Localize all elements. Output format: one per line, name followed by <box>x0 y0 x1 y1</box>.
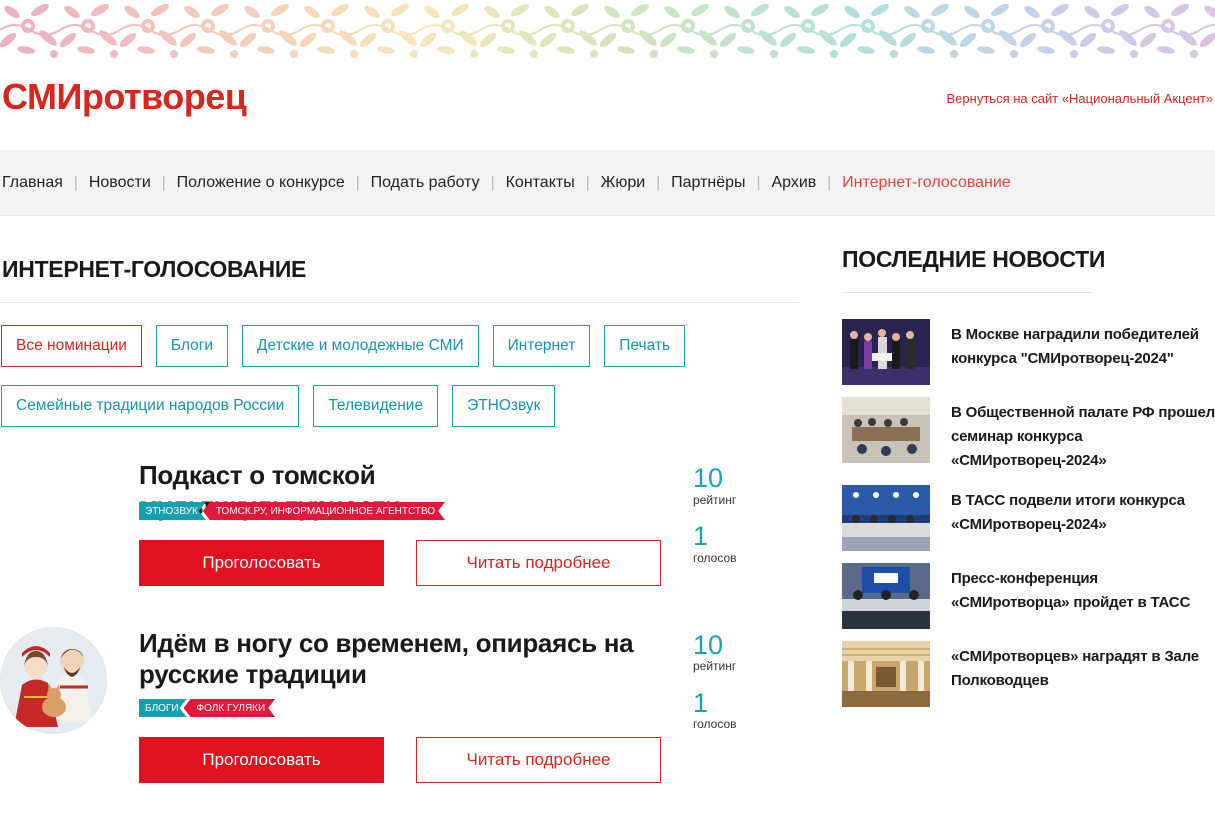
folk-ornament-graphic <box>0 0 1215 60</box>
nav-separator: | <box>585 174 590 191</box>
filter-all-nominations[interactable]: Все номинации <box>1 325 142 367</box>
news-headline[interactable]: В Общественной палате РФ прошел семинар … <box>951 401 1215 473</box>
nav-item-online-voting[interactable]: Интернет-голосование <box>842 174 1011 192</box>
nav-separator: | <box>161 174 166 191</box>
votes-value: 1 <box>693 521 709 551</box>
award-ceremony-photo-icon <box>842 319 930 385</box>
rating-value: 10 <box>693 463 724 493</box>
vote-button[interactable]: Проголосовать <box>139 737 384 783</box>
news-thumbnail[interactable] <box>842 563 930 629</box>
latest-news-title: ПОСЛЕДНИЕ НОВОСТИ <box>842 246 1106 272</box>
folk-ornament-banner <box>0 0 1215 60</box>
voting-entry: Подкаст о томской мультикультурности ЭТН… <box>0 458 800 598</box>
nav-item-rules[interactable]: Положение о конкурсе <box>177 174 345 192</box>
author-tag[interactable]: ТОМСК.РУ, ИНФОРМАЦИОННОЕ АГЕНТСТВО <box>203 502 445 520</box>
nav-separator: | <box>490 174 495 191</box>
news-thumbnail[interactable] <box>842 641 930 707</box>
filter-print[interactable]: Печать <box>604 325 686 367</box>
nav-separator: | <box>355 174 360 191</box>
seminar-photo-icon <box>842 397 930 463</box>
read-more-button[interactable]: Читать подробнее <box>416 540 661 586</box>
filter-internet[interactable]: Интернет <box>492 325 591 367</box>
nomination-filters: Все номинации Блоги Детские и молодежные… <box>1 325 721 427</box>
rating-label: рейтинг <box>693 659 737 673</box>
news-thumbnail[interactable] <box>842 319 930 385</box>
hall-interior-photo-icon <box>842 641 930 707</box>
nav-item-partners[interactable]: Партнёры <box>671 174 745 192</box>
news-headline[interactable]: В ТАСС подвели итоги конкурса «СМИротвор… <box>951 489 1215 537</box>
main-nav: Главная | Новости | Положение о конкурсе… <box>0 150 1215 216</box>
vote-button[interactable]: Проголосовать <box>139 540 384 586</box>
filter-kids-youth-media[interactable]: Детские и молодежные СМИ <box>242 325 479 367</box>
title-divider <box>0 302 798 303</box>
nav-item-contacts[interactable]: Контакты <box>506 174 575 192</box>
votes-label: голосов <box>693 551 737 565</box>
news-divider <box>842 292 1092 293</box>
back-to-main-site-link[interactable]: Вернуться на сайт «Национальный Акцент» <box>947 91 1213 106</box>
filter-ethnosound[interactable]: ЭТНОзвук <box>452 385 556 427</box>
nav-separator: | <box>827 174 832 191</box>
press-conference-photo-icon <box>842 563 930 629</box>
rating-value: 10 <box>693 630 724 660</box>
news-headline[interactable]: В Москве наградили победителей конкурса … <box>951 323 1215 371</box>
nav-item-news[interactable]: Новости <box>89 174 151 192</box>
entry-avatar[interactable] <box>0 627 107 734</box>
category-tag[interactable]: ЭТНОЗВУК <box>139 502 206 520</box>
news-headline[interactable]: «СМИротворцев» наградят в Зале Полководц… <box>951 645 1215 693</box>
site-logo[interactable]: СМИротворец <box>2 76 247 118</box>
news-item[interactable]: В Общественной палате РФ прошел семинар … <box>842 397 1215 469</box>
voting-entry: Идём в ногу со временем, опираясь на рус… <box>0 626 800 796</box>
news-item[interactable]: «СМИротворцев» наградят в Зале Полководц… <box>842 641 1215 709</box>
nav-item-archive[interactable]: Архив <box>771 174 816 192</box>
filter-blogs[interactable]: Блоги <box>155 325 229 367</box>
nav-item-submit[interactable]: Подать работу <box>371 174 480 192</box>
entry-title[interactable]: Идём в ногу со временем, опираясь на рус… <box>139 628 639 690</box>
folk-couple-illustration-icon <box>0 627 107 734</box>
nav-item-jury[interactable]: Жюри <box>601 174 646 192</box>
news-item[interactable]: В ТАСС подвели итоги конкурса «СМИротвор… <box>842 485 1215 553</box>
nav-separator: | <box>756 174 761 191</box>
votes-label: голосов <box>693 717 737 731</box>
entry-tags: БЛОГИ ФОЛК ГУЛЯКИ <box>139 699 275 717</box>
news-item[interactable]: В Москве наградили победителей конкурса … <box>842 319 1215 387</box>
votes-value: 1 <box>693 688 709 718</box>
news-item[interactable]: Пресс-конференция «СМИротворца» пройдет … <box>842 563 1215 631</box>
page-title: ИНТЕРНЕТ-ГОЛОСОВАНИЕ <box>2 256 307 282</box>
news-thumbnail[interactable] <box>842 485 930 551</box>
read-more-button[interactable]: Читать подробнее <box>416 737 661 783</box>
nav-item-home[interactable]: Главная <box>2 174 63 192</box>
entry-tags: ЭТНОЗВУК ТОМСК.РУ, ИНФОРМАЦИОННОЕ АГЕНТС… <box>139 502 445 520</box>
news-headline[interactable]: Пресс-конференция «СМИротворца» пройдет … <box>951 567 1215 615</box>
tass-conference-photo-icon <box>842 485 930 551</box>
news-thumbnail[interactable] <box>842 397 930 463</box>
author-tag[interactable]: ФОЛК ГУЛЯКИ <box>184 699 276 717</box>
nav-separator: | <box>73 174 78 191</box>
filter-television[interactable]: Телевидение <box>313 385 439 427</box>
category-tag[interactable]: БЛОГИ <box>139 699 187 717</box>
filter-family-traditions[interactable]: Семейные традиции народов России <box>1 385 300 427</box>
nav-separator: | <box>656 174 661 191</box>
rating-label: рейтинг <box>693 493 737 507</box>
